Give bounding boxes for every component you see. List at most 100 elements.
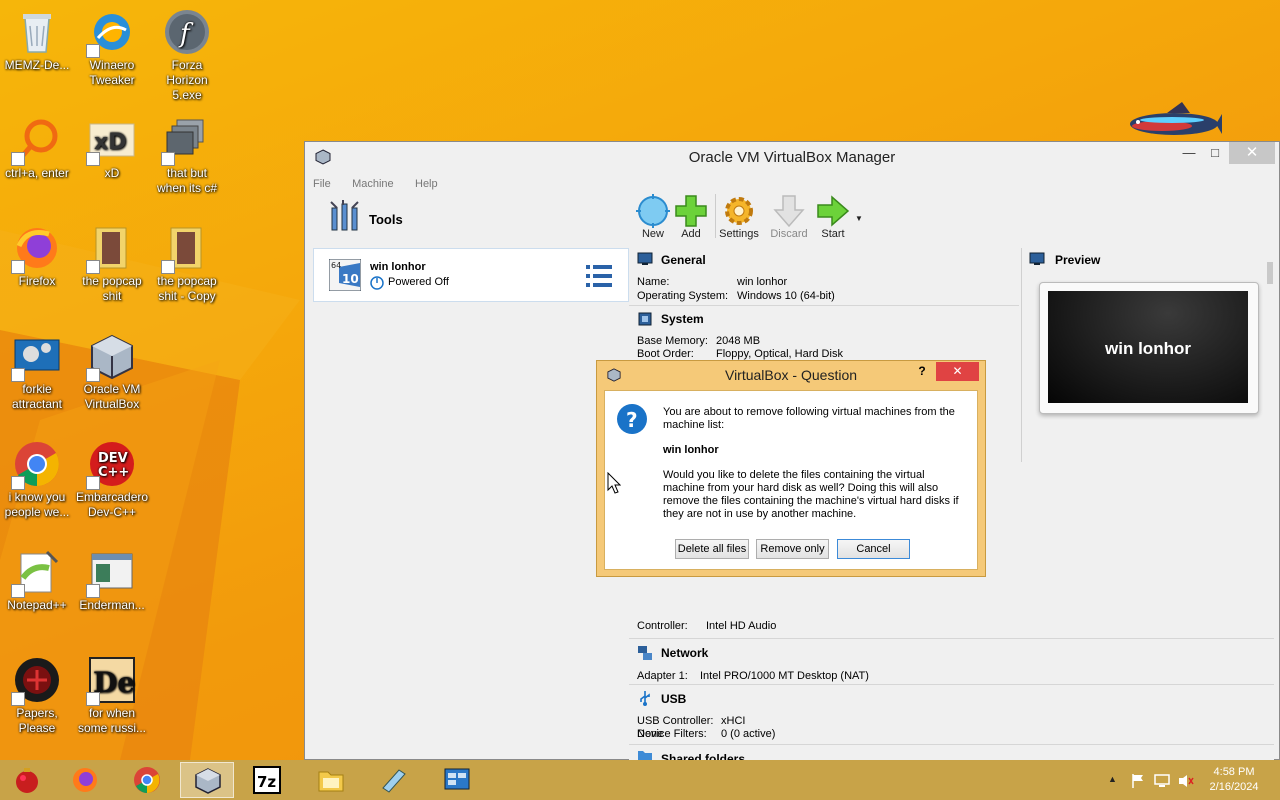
maximize-button[interactable]: □ [1203,142,1227,164]
question-icon: ? [617,404,647,434]
remove-only-button[interactable]: Remove only [756,539,829,559]
desktop-icon-forkie[interactable]: forkie attractant [1,332,73,412]
virtualbox-icon [195,768,221,794]
system-section: System Base Memory: 2048 MB Boot Order: Fl… [629,306,1019,366]
start-button[interactable]: Start [809,194,857,240]
taskbar-file-explorer[interactable] [304,762,358,798]
tools-item[interactable]: Tools [311,190,629,242]
taskbar: 7z ▲ 4:58 PM 2/16/2024 [0,760,1280,800]
desktop-icon-virtualbox[interactable]: Oracle VM VirtualBox [76,332,148,412]
taskbar-firefox[interactable] [58,762,112,798]
question-dialog[interactable]: VirtualBox - Question ? ✕ ? You are abou… [596,360,986,577]
dialog-text-line1: You are about to remove following virtua… [663,406,955,418]
clock[interactable]: 4:58 PM 2/16/2024 [1204,765,1264,795]
desktop-icon-notepadpp[interactable]: Notepad++ [1,548,73,613]
shared-folders-value: None [637,728,664,740]
taskbar-control-panel[interactable] [430,762,484,798]
desktop-icon-devcpp[interactable]: DEV C++ Embarcadero Dev-C++ [76,440,148,520]
ornament-start-icon [16,768,38,793]
flash-icon: f [165,10,209,54]
desktop-icon-chrome[interactable]: i know you people we... [1,440,73,520]
desktop-icon-ctrl-a[interactable]: ctrl+a, enter [1,116,73,181]
monitor-icon [637,252,653,265]
taskbar-chrome[interactable] [120,762,174,798]
close-button[interactable]: ✕ [1229,142,1275,164]
svg-text:7z: 7z [257,773,276,791]
sevenzip-icon: 7z [253,766,281,794]
desktop-icon-xd[interactable]: xD xD [76,116,148,181]
start-orb-button[interactable] [0,762,54,798]
taskbar-virtualbox[interactable] [180,762,234,798]
tools-icon [330,200,359,231]
desktop-icon-popcap-copy[interactable]: the popcap shit - Copy [151,224,223,304]
general-section: General Name: win lonhor Operating System… [629,248,1019,304]
add-button[interactable]: Add [667,194,715,240]
volume-muted-icon[interactable] [1178,773,1194,789]
clock-time: 4:58 PM [1213,766,1255,778]
notepad-icon [382,769,406,793]
shared-folders-section: Shared folders [629,746,1274,766]
vm-list-item[interactable]: 64 10 win lonhor Powered Off [313,248,629,302]
desktop-icon-enderman[interactable]: Enderman... [76,548,148,613]
network-section: Network Adapter 1: Intel PRO/1000 MT Desk… [629,640,1274,684]
menu-help[interactable]: Help [415,178,438,190]
monitor-icon [1029,252,1045,265]
taskbar-7zip[interactable]: 7z [240,762,294,798]
pane-divider [1021,248,1022,462]
desktop-icon-memz[interactable]: MEMZ-De... [1,8,73,73]
svg-text:10: 10 [342,272,359,286]
desktop-icon-papers-please[interactable]: Papers, Please [1,656,73,736]
vm-name: win lonhor [370,261,426,273]
tools-label: Tools [369,212,403,227]
system-heading: System [661,312,704,326]
preview-section: Preview win lonhor [1021,248,1275,462]
firefox-icon [73,768,97,792]
section-divider [629,684,1274,685]
fish-icon [1130,102,1222,135]
desktop-icon-firefox[interactable]: Firefox [1,224,73,289]
window-titlebar[interactable]: Oracle VM VirtualBox Manager — □ ✕ [305,142,1279,172]
show-hidden-icons-button[interactable]: ▲ [1108,774,1117,784]
dialog-vm-name: win lonhor [663,444,719,456]
add-icon [675,195,707,227]
network-heading: Network [661,646,709,660]
start-arrow-icon [817,195,850,227]
desktop-icon-winaero[interactable]: Winaero Tweaker [76,8,148,88]
svg-text:DEV: DEV [98,451,128,466]
menu-machine[interactable]: Machine [352,178,394,190]
section-divider [629,638,1274,639]
new-machine-icon [636,194,670,228]
dialog-close-button[interactable]: ✕ [936,362,979,381]
details-scrollbar[interactable] [1267,262,1273,284]
section-divider [629,744,1274,745]
svg-text:64: 64 [331,261,341,270]
network-tray-icon[interactable] [1154,773,1170,789]
chrome-icon [134,767,160,793]
desktop-icon-that-but[interactable]: that but when its c# [151,116,223,196]
vm-state: Powered Off [388,276,449,288]
vm-menu-icon[interactable] [586,264,612,288]
usb-heading: USB [661,692,687,706]
start-dropdown-icon[interactable]: ▼ [855,214,863,223]
usb-section: USB USB Controller: xHCI Device Filters: 0… [629,686,1274,744]
general-heading: General [661,253,706,267]
desktop-icon-popcap[interactable]: the popcap shit [76,224,148,304]
control-panel-icon [444,768,470,790]
taskbar-notepad[interactable] [366,762,420,798]
help-button[interactable]: ? [915,364,929,378]
discard-arrow-icon [773,195,805,228]
preview-frame: win lonhor [1039,282,1259,414]
action-center-flag-icon[interactable] [1130,773,1146,789]
discard-button[interactable]: Discard [765,194,813,240]
mouse-cursor-icon [607,472,621,494]
dialog-titlebar[interactable]: VirtualBox - Question ? ✕ [597,361,985,389]
settings-button[interactable]: Settings [715,194,763,240]
minimize-button[interactable]: — [1177,142,1201,164]
menu-file[interactable]: File [313,178,331,190]
cancel-button[interactable]: Cancel [837,539,910,559]
desktop-icon-forza[interactable]: f Forza Horizon 5.exe [151,8,223,103]
dialog-text-line2: machine list: [663,419,725,431]
delete-all-files-button[interactable]: Delete all files [675,539,749,559]
desktop-icon-for-when[interactable]: De for when some russi... [76,656,148,736]
clock-date: 2/16/2024 [1209,781,1259,793]
